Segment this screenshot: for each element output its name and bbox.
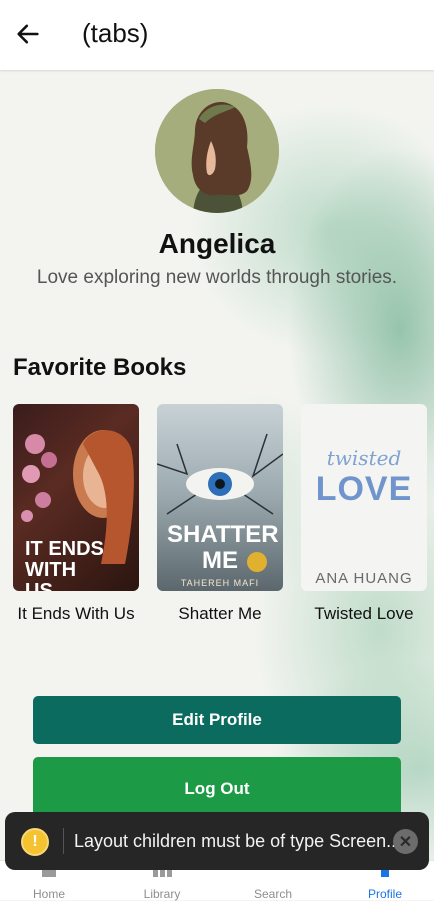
arrow-left-icon[interactable] — [14, 20, 42, 48]
cover-title-text: SHATTER ME — [167, 521, 279, 574]
cover-author-text: ANA HUANG — [315, 570, 413, 587]
header-title: (tabs) — [82, 18, 149, 48]
profile-name: Angelica — [158, 228, 276, 259]
book-card-it-ends-with-us[interactable]: IT ENDS WITH US It Ends With Us — [13, 404, 139, 623]
book-card-shatter-me[interactable]: SHATTER ME TAHEREH MAFI Shatter Me — [157, 404, 283, 623]
book-cover: SHATTER ME TAHEREH MAFI — [157, 404, 283, 591]
book-card-twisted-love[interactable]: twisted LOVE ANA HUANG Twisted Love — [301, 404, 427, 623]
cover-title-text: IT ENDS WITH US — [25, 538, 104, 592]
cover-author-text: TAHEREH MAFI — [180, 578, 260, 588]
toast-message: Layout children must be of type Screen..… — [74, 831, 402, 851]
cover-script-text: twisted — [326, 446, 402, 470]
logout-button[interactable]: Log Out — [33, 757, 401, 817]
profile-bio: Love exploring new worlds through storie… — [36, 267, 398, 288]
error-toast[interactable]: ! Layout children must be of type Screen… — [5, 812, 429, 870]
close-icon[interactable]: ✕ — [393, 829, 418, 854]
app-header: (tabs) — [0, 0, 434, 70]
book-title: Shatter Me — [178, 604, 262, 623]
avatar — [155, 89, 279, 213]
favorite-books-title: Favorite Books — [13, 354, 187, 381]
toast-divider — [63, 828, 64, 854]
cover-title-text: LOVE — [315, 470, 413, 508]
book-cover: IT ENDS WITH US — [13, 404, 139, 591]
warning-icon: ! — [21, 828, 49, 856]
book-cover: twisted LOVE ANA HUANG — [301, 404, 427, 591]
book-title: Twisted Love — [314, 604, 414, 623]
book-title: It Ends With Us — [17, 604, 135, 623]
edit-profile-button[interactable]: Edit Profile — [33, 696, 401, 744]
logout-label: Log Out — [184, 779, 250, 798]
